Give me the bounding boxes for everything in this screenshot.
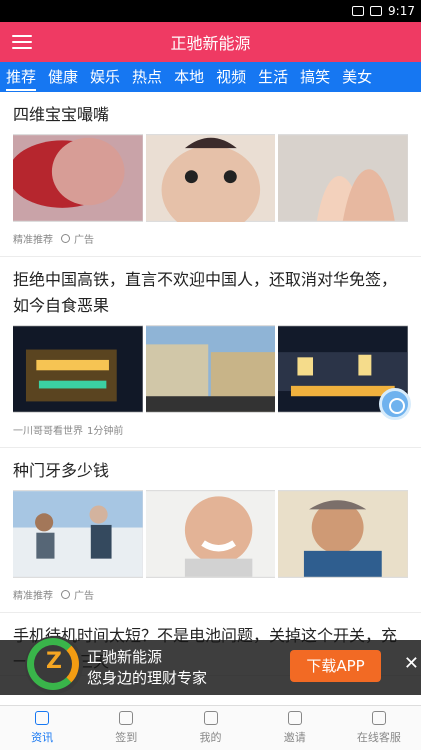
ad-icon [61, 590, 70, 599]
ad-icon [61, 234, 70, 243]
category-tabs: 推荐 健康 娱乐 热点 本地 视频 生活 搞笑 美女 [0, 62, 421, 92]
floating-action-button[interactable] [379, 388, 411, 420]
nav-checkin[interactable]: 签到 [84, 706, 168, 750]
support-icon [371, 711, 386, 725]
banner-title: 正驰新能源 [87, 647, 163, 666]
news-title: 四维宝宝嘬嘴 [13, 105, 110, 124]
download-app-button[interactable]: 下载APP [290, 650, 381, 682]
news-meta: 精准推荐 广告 [13, 222, 408, 256]
news-title: 拒绝中国高铁，直言不欢迎中国人，还取消对华免签，如今自食恶果 [13, 270, 398, 315]
menu-icon[interactable] [0, 22, 44, 62]
status-bar: 9:17 [0, 0, 421, 22]
news-image [13, 490, 143, 578]
news-image [13, 325, 143, 413]
grid-icon [287, 711, 302, 725]
nav-invite-label: 邀请 [283, 731, 306, 744]
news-meta: 精准推荐 广告 [13, 578, 408, 612]
banner-text: 正驰新能源 您身边的理财专家 [87, 647, 207, 689]
news-images [13, 134, 409, 222]
tab-entertainment[interactable]: 娱乐 [84, 62, 126, 92]
tab-local[interactable]: 本地 [168, 62, 210, 92]
close-icon[interactable]: ✕ [404, 654, 419, 674]
news-item[interactable]: 四维宝宝嘬嘴 精准推荐 广告 [0, 92, 421, 257]
app-screen: 9:17 正驰新能源 推荐 健康 娱乐 热点 本地 视频 生活 搞笑 美女 四维… [0, 0, 421, 750]
tab-video[interactable]: 视频 [210, 62, 252, 92]
news-image [145, 325, 276, 413]
home-icon [35, 711, 50, 725]
news-time: 1分钟前 [87, 426, 124, 437]
news-source: 精准推荐 [13, 591, 53, 602]
news-image [278, 490, 409, 578]
news-image [145, 490, 276, 578]
bottom-navigation: 资讯 签到 我的 邀请 在线客服 [0, 705, 421, 750]
nav-checkin-label: 签到 [115, 731, 138, 744]
signal-icon [352, 6, 365, 16]
news-images [13, 325, 409, 413]
news-meta: 一川哥哥看世界 1分钟前 [13, 413, 408, 447]
news-title: 种门牙多少钱 [13, 461, 110, 480]
chart-icon [119, 711, 134, 725]
status-time: 9:17 [388, 4, 415, 18]
nav-support-label: 在线客服 [356, 731, 401, 744]
download-banner[interactable]: Z 正驰新能源 您身边的理财专家 下载APP ✕ [0, 635, 421, 695]
news-item[interactable]: 种门牙多少钱 精准推荐 广告 [0, 448, 421, 613]
nav-news-label: 资讯 [31, 731, 54, 744]
tab-funny[interactable]: 搞笑 [294, 62, 336, 92]
nav-profile[interactable]: 我的 [168, 706, 252, 750]
logo-letter: Z [46, 648, 62, 674]
tab-recommend[interactable]: 推荐 [0, 62, 42, 92]
banner-subtitle: 您身边的理财专家 [87, 668, 208, 687]
ad-label: 广告 [74, 235, 94, 246]
news-images [13, 490, 409, 578]
news-source: 精准推荐 [13, 235, 53, 246]
news-item[interactable]: 拒绝中国高铁，直言不欢迎中国人，还取消对华免签，如今自食恶果 一川哥哥看世界 1… [0, 257, 421, 448]
nav-news[interactable]: 资讯 [0, 706, 84, 750]
news-source: 一川哥哥看世界 [13, 426, 83, 437]
tab-hot[interactable]: 热点 [126, 62, 168, 92]
news-image [13, 134, 143, 222]
tab-health[interactable]: 健康 [42, 62, 84, 92]
ad-label: 广告 [74, 591, 94, 602]
app-header: 正驰新能源 [0, 22, 421, 62]
user-icon [203, 711, 218, 725]
app-title: 正驰新能源 [170, 34, 251, 53]
battery-icon [370, 6, 383, 16]
news-image [278, 134, 409, 222]
app-logo: Z [25, 635, 83, 694]
tab-life[interactable]: 生活 [252, 62, 294, 92]
nav-invite[interactable]: 邀请 [253, 706, 337, 750]
nav-support[interactable]: 在线客服 [337, 706, 421, 750]
news-image [145, 134, 276, 222]
nav-profile-label: 我的 [199, 731, 222, 744]
news-feed: 四维宝宝嘬嘴 精准推荐 广告 拒绝中国高铁，直言不欢迎中国人，还取消对华免签，如… [0, 92, 421, 705]
tab-beauty[interactable]: 美女 [336, 62, 378, 92]
